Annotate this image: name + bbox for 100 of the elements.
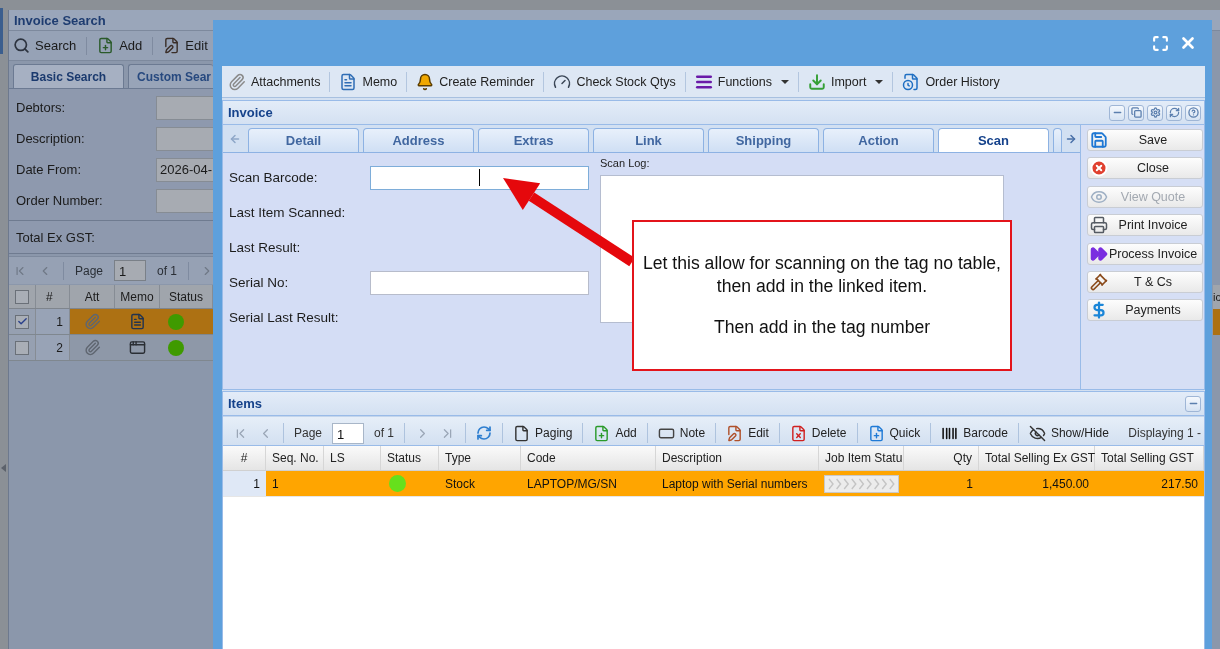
table-row[interactable]: 1: [9, 309, 213, 335]
toolbar-button[interactable]: Memo: [336, 69, 401, 94]
eye-slash-icon: [1028, 424, 1046, 442]
settings-button[interactable]: [1147, 104, 1163, 121]
table-cell-text: 1: [271, 475, 280, 493]
gavel-icon: [1090, 272, 1108, 291]
tab[interactable]: Scan: [938, 128, 1049, 152]
printer-icon: [1090, 216, 1108, 235]
page-input[interactable]: 1: [332, 422, 365, 444]
input-field[interactable]: 2026-04-: [156, 157, 213, 182]
checkbox[interactable]: [15, 314, 29, 329]
input-field[interactable]: [156, 188, 213, 213]
paperclip-icon[interactable]: [83, 339, 101, 356]
toolbar-button[interactable]: Barcode: [941, 421, 1008, 445]
paperclip-icon: [228, 72, 246, 91]
column-header: Status: [381, 446, 439, 470]
toolbar-button[interactable]: Search: [10, 35, 80, 56]
toolbar-button[interactable]: Quick: [867, 421, 921, 445]
toolbar-button[interactable]: Add: [94, 35, 146, 56]
field-label: Last Item Scanned:: [229, 205, 347, 220]
action-button[interactable]: Process Invoice: [1087, 242, 1203, 265]
page-count: of 1: [157, 263, 178, 278]
action-button[interactable]: Payments: [1087, 299, 1203, 322]
table-row[interactable]: 2: [9, 335, 213, 361]
toolbar-button[interactable]: Edit: [160, 35, 211, 56]
page-input[interactable]: 1: [114, 260, 147, 281]
tab[interactable]: [1053, 128, 1062, 152]
table-cell-text: Stock: [444, 475, 476, 493]
paperclip-icon[interactable]: [83, 313, 101, 330]
tab[interactable]: Link: [593, 128, 704, 152]
action-button[interactable]: Save: [1087, 129, 1203, 151]
collapse-button[interactable]: [1185, 395, 1201, 412]
close-icon[interactable]: [1179, 34, 1197, 52]
table-cell: 1: [223, 471, 266, 496]
history-icon: [902, 72, 921, 91]
field-label: Date From:: [16, 162, 82, 177]
input-field[interactable]: [370, 270, 589, 295]
help-button[interactable]: [1185, 104, 1201, 121]
tab[interactable]: Extras: [478, 128, 589, 152]
restore-button[interactable]: [1128, 104, 1144, 121]
close-icon: [1090, 159, 1108, 178]
toolbar-button[interactable]: Functions: [691, 69, 792, 94]
dollar-icon: [1090, 301, 1108, 320]
toolbar-button[interactable]: Delete: [789, 421, 847, 445]
tab[interactable]: Custom Sear: [128, 64, 213, 88]
column-header: Job Item Statu: [819, 446, 904, 470]
checkbox[interactable]: [15, 289, 29, 304]
collapse-arrow-icon[interactable]: [1, 464, 6, 472]
toolbar-button[interactable]: Check Stock Qtys: [550, 69, 679, 94]
field-label: Scan Log:: [600, 156, 651, 171]
callout-text: Let this allow for scanning on the tag no table, then add in the linked item.: [642, 252, 1002, 298]
input-field[interactable]: [156, 95, 213, 120]
toolbar-button[interactable]: Edit: [726, 421, 769, 445]
input-field[interactable]: [370, 165, 589, 190]
toolbar-button[interactable]: Paging: [513, 421, 573, 445]
toolbar-button[interactable]: Note: [657, 421, 706, 445]
toolbar-button[interactable]: Add: [593, 421, 637, 445]
refresh-button[interactable]: [1166, 104, 1182, 121]
tab[interactable]: Detail: [248, 128, 359, 152]
tab[interactable]: Shipping: [708, 128, 819, 152]
column-header: #: [36, 285, 70, 308]
action-button[interactable]: Close: [1087, 157, 1203, 180]
maximize-icon[interactable]: [1152, 34, 1169, 52]
save-icon: [1090, 131, 1108, 149]
column-header: Total Selling GST: [1095, 446, 1204, 470]
table-row[interactable]: 1 1 Stock LAPTOP/MG/SN Laptop with Serial numbers 1 1,450.00 217.50: [223, 471, 1204, 497]
action-button[interactable]: Print Invoice: [1087, 214, 1203, 237]
field-label: Scan Barcode:: [229, 170, 319, 185]
document-plus-icon: [867, 424, 885, 442]
table-cell-text: LAPTOP/MG/SN: [526, 475, 618, 493]
scroll-left-icon[interactable]: [228, 132, 241, 145]
tab[interactable]: Address: [363, 128, 474, 152]
toolbar-button[interactable]: Order History: [899, 69, 1003, 94]
column-header: Code: [521, 446, 656, 470]
column-header: Att: [70, 285, 115, 308]
help-icon: [1187, 107, 1199, 118]
panel-title: Items: [228, 396, 262, 411]
tab[interactable]: Basic Search: [13, 64, 124, 88]
document-plus-icon: [97, 37, 115, 54]
toolbar-button[interactable]: Create Reminder: [413, 69, 538, 94]
memo-icon[interactable]: [128, 313, 146, 330]
refresh-icon: [1168, 107, 1180, 118]
toolbar-button[interactable]: Attachments: [225, 69, 324, 94]
refresh-icon[interactable]: [476, 425, 493, 441]
scroll-right-icon[interactable]: [1065, 132, 1077, 145]
tab[interactable]: Action: [823, 128, 934, 152]
document-pen-icon: [726, 424, 744, 442]
toolbar-button[interactable]: Show/Hide: [1028, 421, 1109, 445]
window-icon[interactable]: [128, 339, 146, 356]
document-icon: [513, 424, 531, 442]
input-field[interactable]: [156, 126, 213, 151]
menu-icon: [694, 72, 713, 91]
checkbox[interactable]: [15, 340, 29, 355]
action-button[interactable]: T & Cs: [1087, 270, 1203, 293]
gauge-icon: [553, 72, 572, 91]
table-cell-text: 217.50: [1160, 475, 1199, 493]
minimize-button[interactable]: [1109, 104, 1125, 121]
page-label: Page: [75, 263, 104, 278]
toolbar-button[interactable]: Import: [804, 69, 887, 94]
settings-icon: [1149, 107, 1161, 118]
